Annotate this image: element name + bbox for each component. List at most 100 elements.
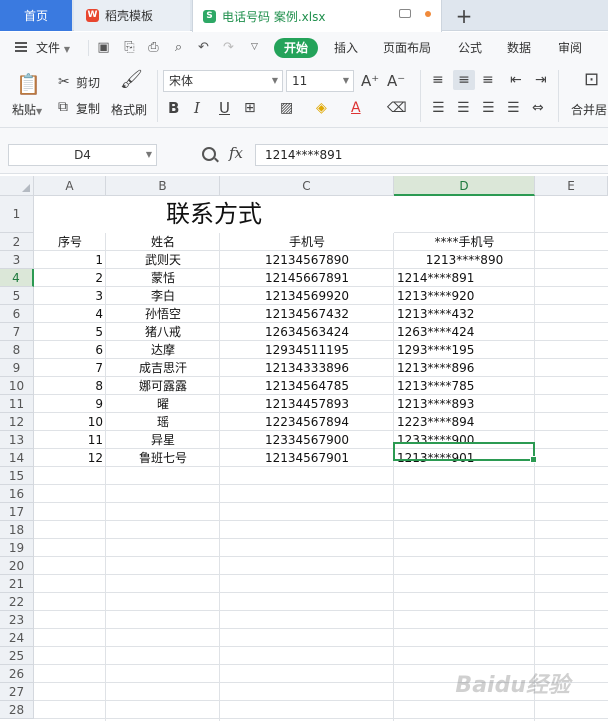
fill-color-icon[interactable]: ◈ — [316, 100, 327, 116]
cell-masked[interactable]: 1293****195 — [397, 341, 532, 359]
formula-input[interactable]: 1214****891 — [255, 144, 608, 166]
cell-masked[interactable]: 1213****432 — [397, 305, 532, 323]
active-cell-selection[interactable] — [393, 442, 537, 463]
cell-name[interactable]: 曜 — [109, 395, 217, 413]
font-name-select[interactable]: 宋体 ▼ — [163, 70, 283, 92]
row-header-24[interactable]: 24 — [0, 629, 34, 647]
cell-masked[interactable]: 1214****891 — [397, 269, 532, 287]
cell-phone[interactable]: 12134564785 — [223, 377, 391, 395]
row-header-14[interactable]: 14 — [0, 449, 34, 467]
cell-masked[interactable]: 1213****785 — [397, 377, 532, 395]
row-header-11[interactable]: 11 — [0, 395, 34, 413]
cell-phone[interactable]: 12334567900 — [223, 431, 391, 449]
export-icon[interactable]: ⎘ — [123, 41, 136, 54]
header-cell-name[interactable]: 姓名 — [109, 233, 217, 251]
redo-icon[interactable]: ↷ — [222, 41, 235, 54]
print-preview-icon[interactable]: ⌕ — [172, 41, 185, 54]
row-header-21[interactable]: 21 — [0, 575, 34, 593]
cell-phone[interactable]: 12634563424 — [223, 323, 391, 341]
row-header-20[interactable]: 20 — [0, 557, 34, 575]
cell-seq[interactable]: 12 — [37, 449, 103, 467]
cell-masked[interactable]: 1263****424 — [397, 323, 532, 341]
menu-file[interactable]: 文件 ▼ — [36, 39, 70, 56]
cell-seq[interactable]: 11 — [37, 431, 103, 449]
cell-masked[interactable]: 1213****896 — [397, 359, 532, 377]
print-icon[interactable]: ⎙ — [147, 41, 160, 54]
row-header-23[interactable]: 23 — [0, 611, 34, 629]
cell-seq[interactable]: 6 — [37, 341, 103, 359]
name-box[interactable]: D4 ▼ — [8, 144, 157, 166]
cell-seq[interactable]: 4 — [37, 305, 103, 323]
menu-insert[interactable]: 插入 — [334, 39, 358, 56]
cell-seq[interactable]: 7 — [37, 359, 103, 377]
row-header-1[interactable]: 1 — [0, 196, 34, 233]
cell-name[interactable]: 武则天 — [109, 251, 217, 269]
cell-phone[interactable]: 12134569920 — [223, 287, 391, 305]
underline-button[interactable]: U — [219, 100, 230, 116]
cell-name[interactable]: 达摩 — [109, 341, 217, 359]
cell-phone[interactable]: 12134567432 — [223, 305, 391, 323]
undo-icon[interactable]: ↶ — [197, 41, 210, 54]
hamburger-menu-icon[interactable] — [15, 42, 27, 52]
cut-button[interactable]: 剪切 — [76, 74, 100, 91]
save-icon[interactable]: ▣ — [97, 41, 110, 54]
row-header-8[interactable]: 8 — [0, 341, 34, 359]
spreadsheet-grid[interactable]: ABCDE 1 2 3 4 5 6 7 8 9 10 11 12 13 14 15 16 17 18 19 20 21 2… — [0, 176, 608, 721]
cell-name[interactable]: 李白 — [109, 287, 217, 305]
cell-name[interactable]: 瑶 — [109, 413, 217, 431]
tab-template[interactable]: W 稻壳模板 — [74, 0, 190, 31]
cell-masked[interactable]: 1213****893 — [397, 395, 532, 413]
font-grow-button[interactable]: A⁺ — [361, 73, 379, 89]
row-header-26[interactable]: 26 — [0, 665, 34, 683]
indent-increase-icon[interactable]: ⇥ — [535, 72, 547, 88]
column-header-c[interactable]: C — [220, 176, 394, 196]
column-header-b[interactable]: B — [106, 176, 220, 196]
header-cell-masked[interactable]: ****手机号 — [397, 233, 532, 251]
menu-start[interactable]: 开始 — [274, 38, 318, 58]
new-tab-button[interactable]: + — [452, 0, 476, 31]
row-header-10[interactable]: 10 — [0, 377, 34, 395]
header-cell-seq[interactable]: 序号 — [37, 233, 103, 251]
copy-button[interactable]: 复制 — [76, 100, 100, 117]
row-header-3[interactable]: 3 — [0, 251, 34, 269]
italic-button[interactable]: I — [194, 100, 200, 116]
cell-name[interactable]: 猪八戒 — [109, 323, 217, 341]
row-header-19[interactable]: 19 — [0, 539, 34, 557]
row-header-12[interactable]: 12 — [0, 413, 34, 431]
row-header-15[interactable]: 15 — [0, 467, 34, 485]
row-header-9[interactable]: 9 — [0, 359, 34, 377]
row-header-25[interactable]: 25 — [0, 647, 34, 665]
header-cell-phone[interactable]: 手机号 — [223, 233, 391, 251]
merged-title-cell[interactable]: 联系方式 — [34, 196, 394, 233]
paste-button[interactable]: 粘贴▼ — [12, 101, 42, 118]
column-header-a[interactable]: A — [34, 176, 106, 196]
align-top-icon[interactable]: ≡ — [432, 72, 444, 88]
cell-phone[interactable]: 12134457893 — [223, 395, 391, 413]
row-header-18[interactable]: 18 — [0, 521, 34, 539]
cell-name[interactable]: 孙悟空 — [109, 305, 217, 323]
fx-icon[interactable]: fx — [229, 144, 243, 162]
menu-review[interactable]: 审阅 — [558, 39, 582, 56]
cell-name[interactable]: 异星 — [109, 431, 217, 449]
format-painter-button[interactable]: 格式刷 — [111, 101, 147, 118]
cell-name[interactable]: 蒙恬 — [109, 269, 217, 287]
align-left-icon[interactable]: ☰ — [432, 100, 445, 116]
align-bottom-icon[interactable]: ≡ — [482, 72, 494, 88]
row-header-5[interactable]: 5 — [0, 287, 34, 305]
align-center-icon[interactable]: ☰ — [457, 100, 470, 116]
cell-seq[interactable]: 5 — [37, 323, 103, 341]
border-icon[interactable]: ⊞ — [244, 100, 256, 116]
cell-masked[interactable]: 1213****890 — [397, 251, 532, 269]
row-header-22[interactable]: 22 — [0, 593, 34, 611]
font-color-icon[interactable]: A — [351, 100, 361, 116]
cell-seq[interactable]: 9 — [37, 395, 103, 413]
cell-masked[interactable]: 1223****894 — [397, 413, 532, 431]
indent-decrease-icon[interactable]: ⇤ — [510, 72, 522, 88]
cell-name[interactable]: 娜可露露 — [109, 377, 217, 395]
zoom-icon[interactable] — [202, 147, 216, 161]
cell-phone[interactable]: 12145667891 — [223, 269, 391, 287]
merge-center-button[interactable]: 合并居 — [571, 101, 607, 118]
cell-phone[interactable]: 12134567890 — [223, 251, 391, 269]
tab-home[interactable]: 首页 — [0, 0, 72, 31]
cell-seq[interactable]: 3 — [37, 287, 103, 305]
